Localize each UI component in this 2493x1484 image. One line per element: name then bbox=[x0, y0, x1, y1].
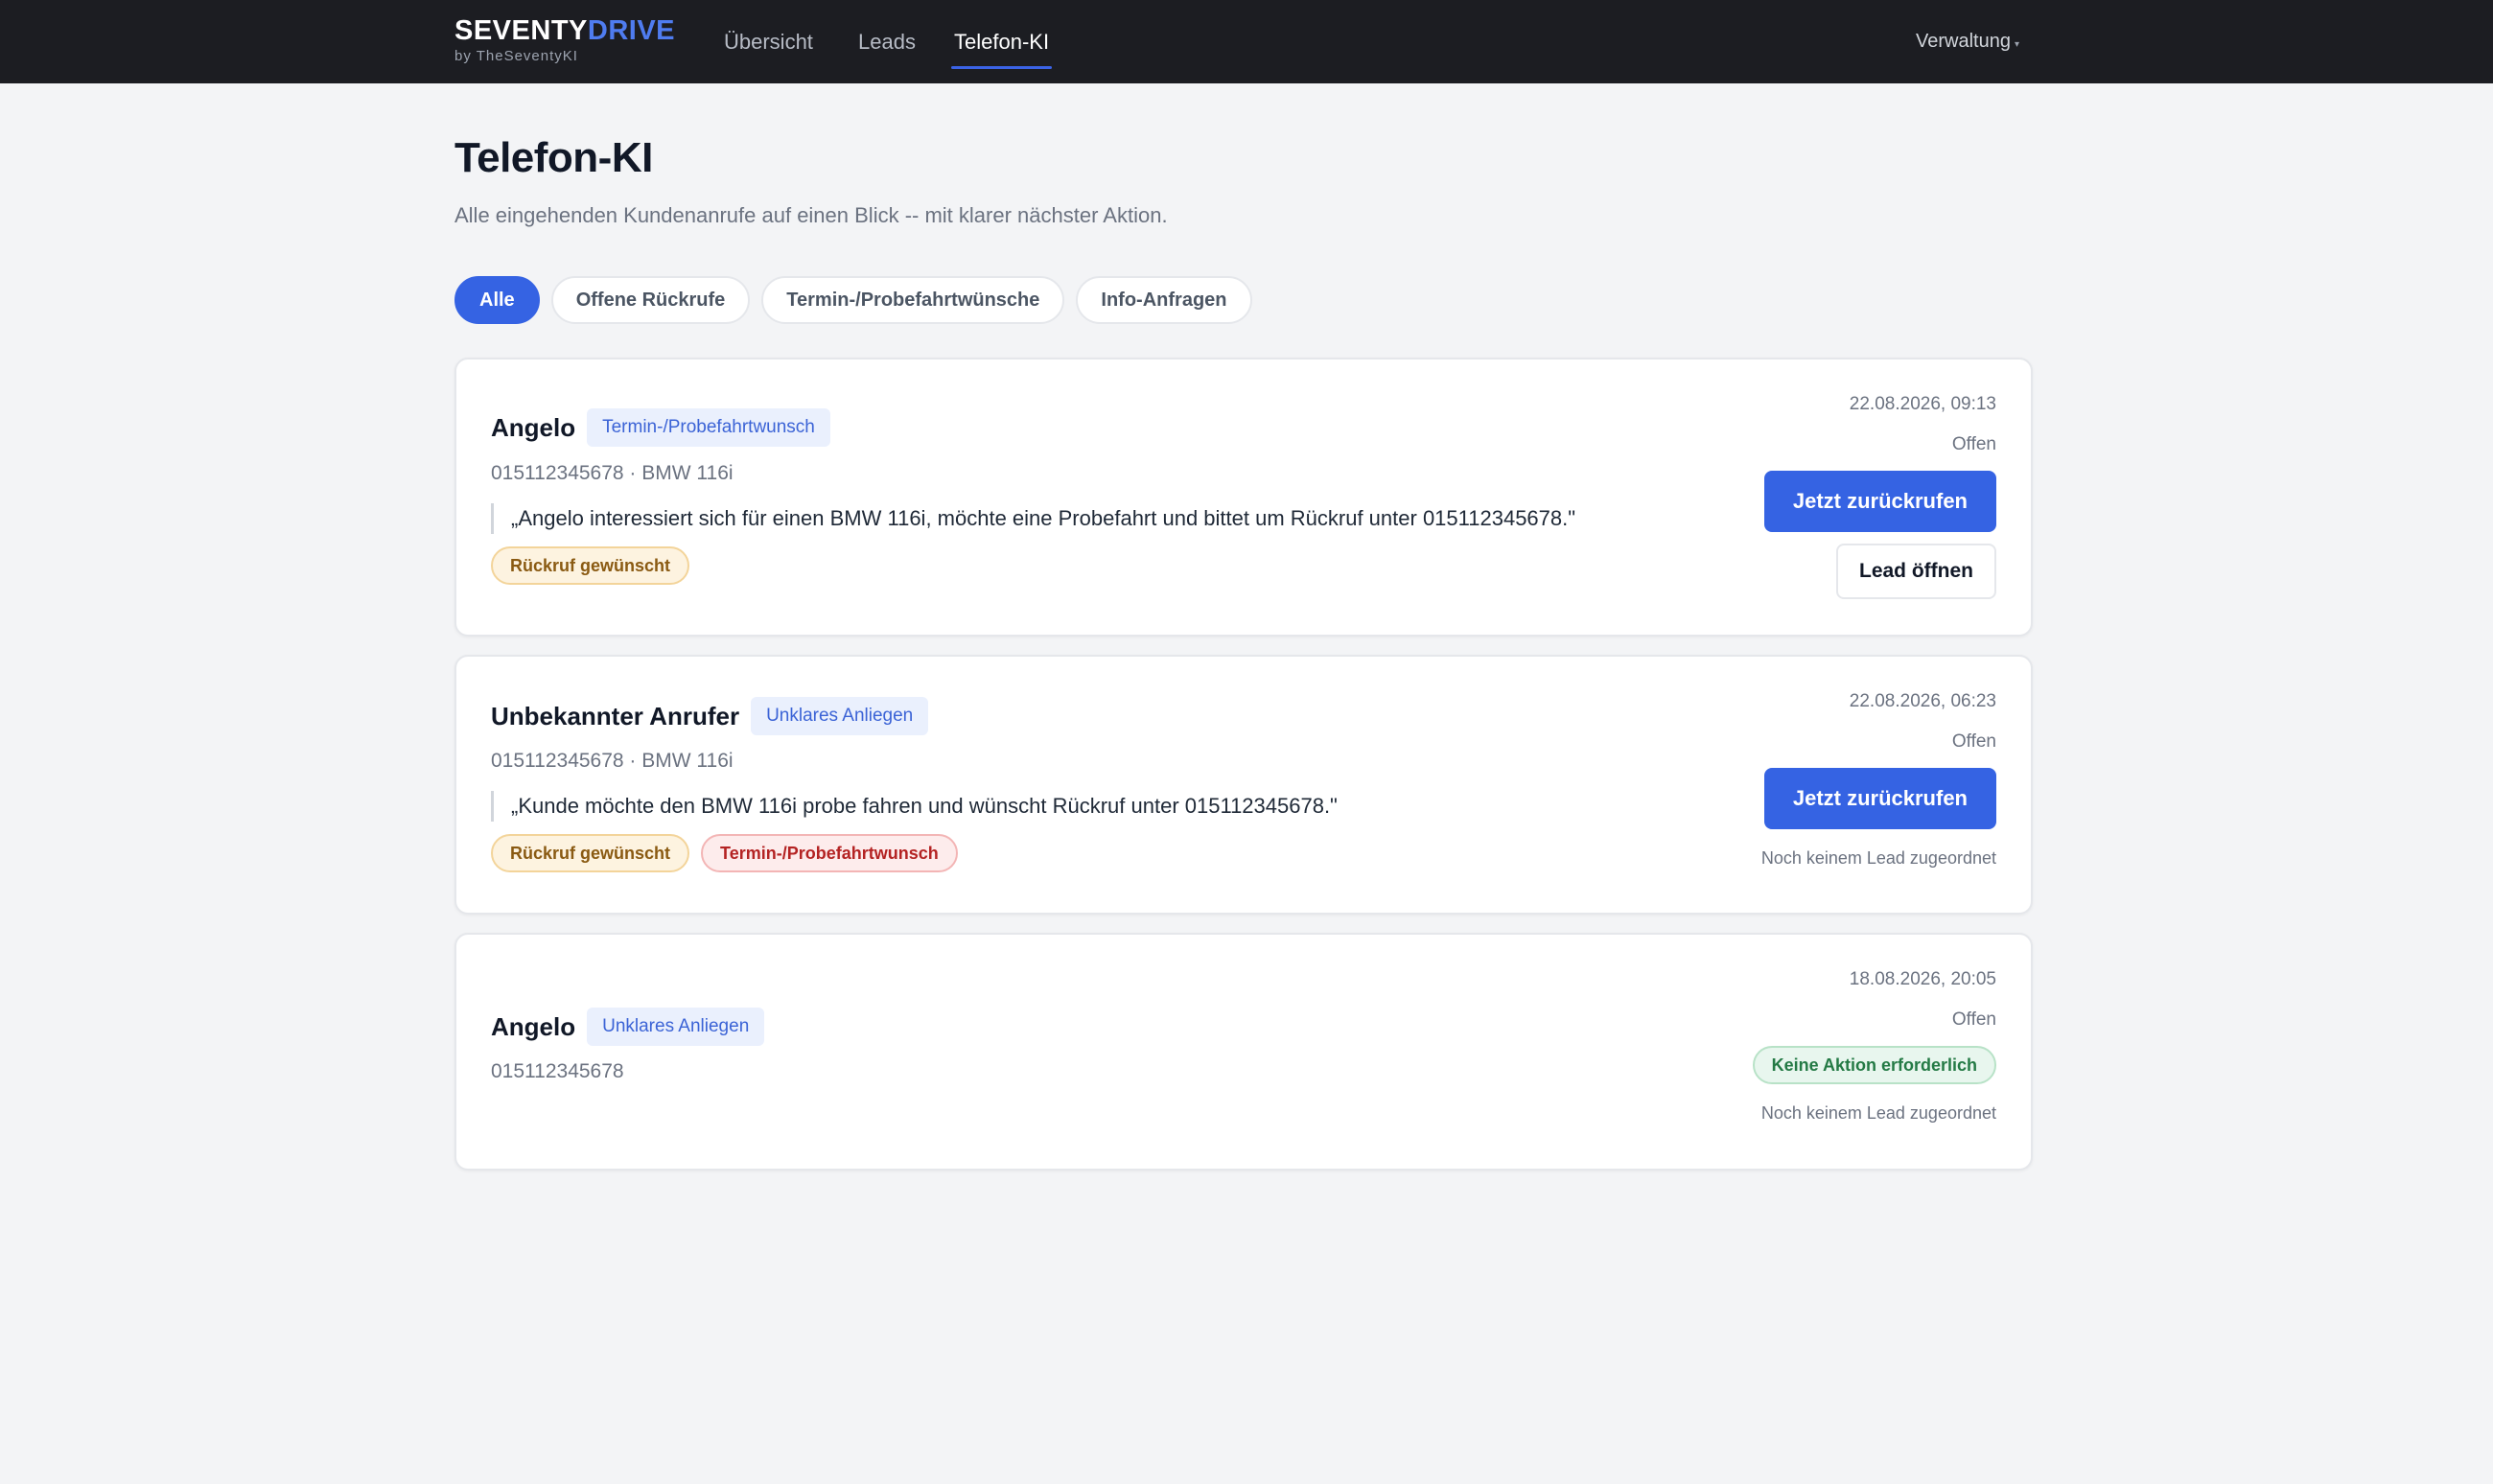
caller-name: Unbekannter Anrufer bbox=[491, 701, 740, 730]
open-lead-button[interactable]: Lead öffnen bbox=[1836, 544, 1996, 599]
category-badge: Unklares Anliegen bbox=[751, 697, 929, 735]
filter-chip-termin-probefahrt[interactable]: Termin-/Probefahrtwünsche bbox=[761, 276, 1065, 324]
tag-rueckruf-gewuenscht: Rückruf gewünscht bbox=[491, 834, 690, 872]
call-datetime: 22.08.2026, 06:23 bbox=[1849, 691, 1996, 711]
caller-meta: 015112345678 · BMW 116i bbox=[491, 750, 734, 772]
filter-chip-info-anfragen[interactable]: Info-Anfragen bbox=[1076, 276, 1252, 324]
filter-chip-offene-rueckrufe[interactable]: Offene Rückrufe bbox=[550, 276, 751, 324]
lead-assignment-note: Noch keinem Lead zugeordnet bbox=[1760, 848, 1996, 868]
call-datetime: 22.08.2026, 09:13 bbox=[1849, 394, 1996, 414]
brand-word-seventy: SEVENTY bbox=[454, 15, 588, 46]
call-card: Angelo Unklares Anliegen 015112345678 18… bbox=[454, 933, 2033, 1171]
call-summary-quote: „Angelo interessiert sich für einen BMW … bbox=[491, 503, 1575, 534]
admin-menu[interactable]: Verwaltung ▾ bbox=[1916, 0, 2019, 83]
tag-termin-probefahrtwunsch: Termin-/Probefahrtwunsch bbox=[701, 834, 958, 872]
page-title: Telefon-KI bbox=[454, 134, 653, 181]
call-summary-quote: „Kunde möchte den BMW 116i probe fahren … bbox=[491, 791, 1338, 822]
caller-row: Angelo Termin-/Probefahrtwunsch bbox=[491, 408, 830, 447]
call-card: Angelo Termin-/Probefahrtwunsch 01511234… bbox=[454, 358, 2033, 637]
brand-name: SEVENTYDRIVE bbox=[454, 15, 675, 46]
caller-name: Angelo bbox=[491, 1011, 576, 1041]
caller-row: Angelo Unklares Anliegen bbox=[491, 1008, 765, 1046]
call-actions: 22.08.2026, 06:23 Offen Jetzt zurückrufe… bbox=[1761, 691, 1996, 869]
call-status: Offen bbox=[1951, 1009, 1996, 1030]
chevron-down-icon: ▾ bbox=[2014, 39, 2019, 50]
filter-chip-alle[interactable]: Alle bbox=[454, 276, 540, 324]
nav-item-leads[interactable]: Leads bbox=[858, 0, 930, 83]
callback-button[interactable]: Jetzt zurückrufen bbox=[1763, 471, 1996, 532]
filter-bar: Alle Offene Rückrufe Termin-/Probefahrtw… bbox=[454, 276, 1252, 324]
main-nav: Übersicht Leads Telefon-KI bbox=[724, 0, 1053, 83]
tag-list: Rückruf gewünscht bbox=[491, 546, 690, 585]
caller-meta: 015112345678 · BMW 116i bbox=[491, 462, 734, 484]
caller-row: Unbekannter Anrufer Unklares Anliegen bbox=[491, 697, 929, 735]
tag-list: Rückruf gewünscht Termin-/Probefahrtwuns… bbox=[491, 834, 958, 872]
brand-word-drive: DRIVE bbox=[587, 15, 676, 46]
admin-menu-label: Verwaltung bbox=[1916, 31, 2011, 52]
call-status: Offen bbox=[1951, 434, 1996, 454]
call-datetime: 18.08.2026, 20:05 bbox=[1849, 969, 1996, 989]
brand-logo[interactable]: SEVENTYDRIVE by TheSeventyKI bbox=[454, 15, 675, 66]
nav-item-telefon-ki[interactable]: Telefon-KI bbox=[950, 0, 1053, 83]
call-actions: 18.08.2026, 20:05 Offen Keine Aktion erf… bbox=[1752, 969, 1996, 1124]
category-badge: Termin-/Probefahrtwunsch bbox=[587, 408, 830, 447]
caller-meta: 015112345678 bbox=[491, 1060, 624, 1082]
brand-subtitle: by TheSeventyKI bbox=[454, 48, 578, 64]
tag-rueckruf-gewuenscht: Rückruf gewünscht bbox=[491, 546, 690, 585]
page-subtitle: Alle eingehenden Kundenanrufe auf einen … bbox=[454, 203, 1168, 227]
top-navigation-bar: SEVENTYDRIVE by TheSeventyKI Übersicht L… bbox=[0, 0, 2493, 83]
callback-button[interactable]: Jetzt zurückrufen bbox=[1763, 768, 1996, 829]
no-action-badge: Keine Aktion erforderlich bbox=[1752, 1046, 1996, 1084]
caller-name: Angelo bbox=[491, 412, 576, 442]
call-card: Unbekannter Anrufer Unklares Anliegen 01… bbox=[454, 655, 2033, 915]
category-badge: Unklares Anliegen bbox=[587, 1008, 765, 1046]
lead-assignment-note: Noch keinem Lead zugeordnet bbox=[1760, 1103, 1996, 1123]
nav-item-uebersicht[interactable]: Übersicht bbox=[724, 0, 820, 83]
call-actions: 22.08.2026, 09:13 Offen Jetzt zurückrufe… bbox=[1763, 394, 1996, 599]
call-status: Offen bbox=[1951, 731, 1996, 752]
